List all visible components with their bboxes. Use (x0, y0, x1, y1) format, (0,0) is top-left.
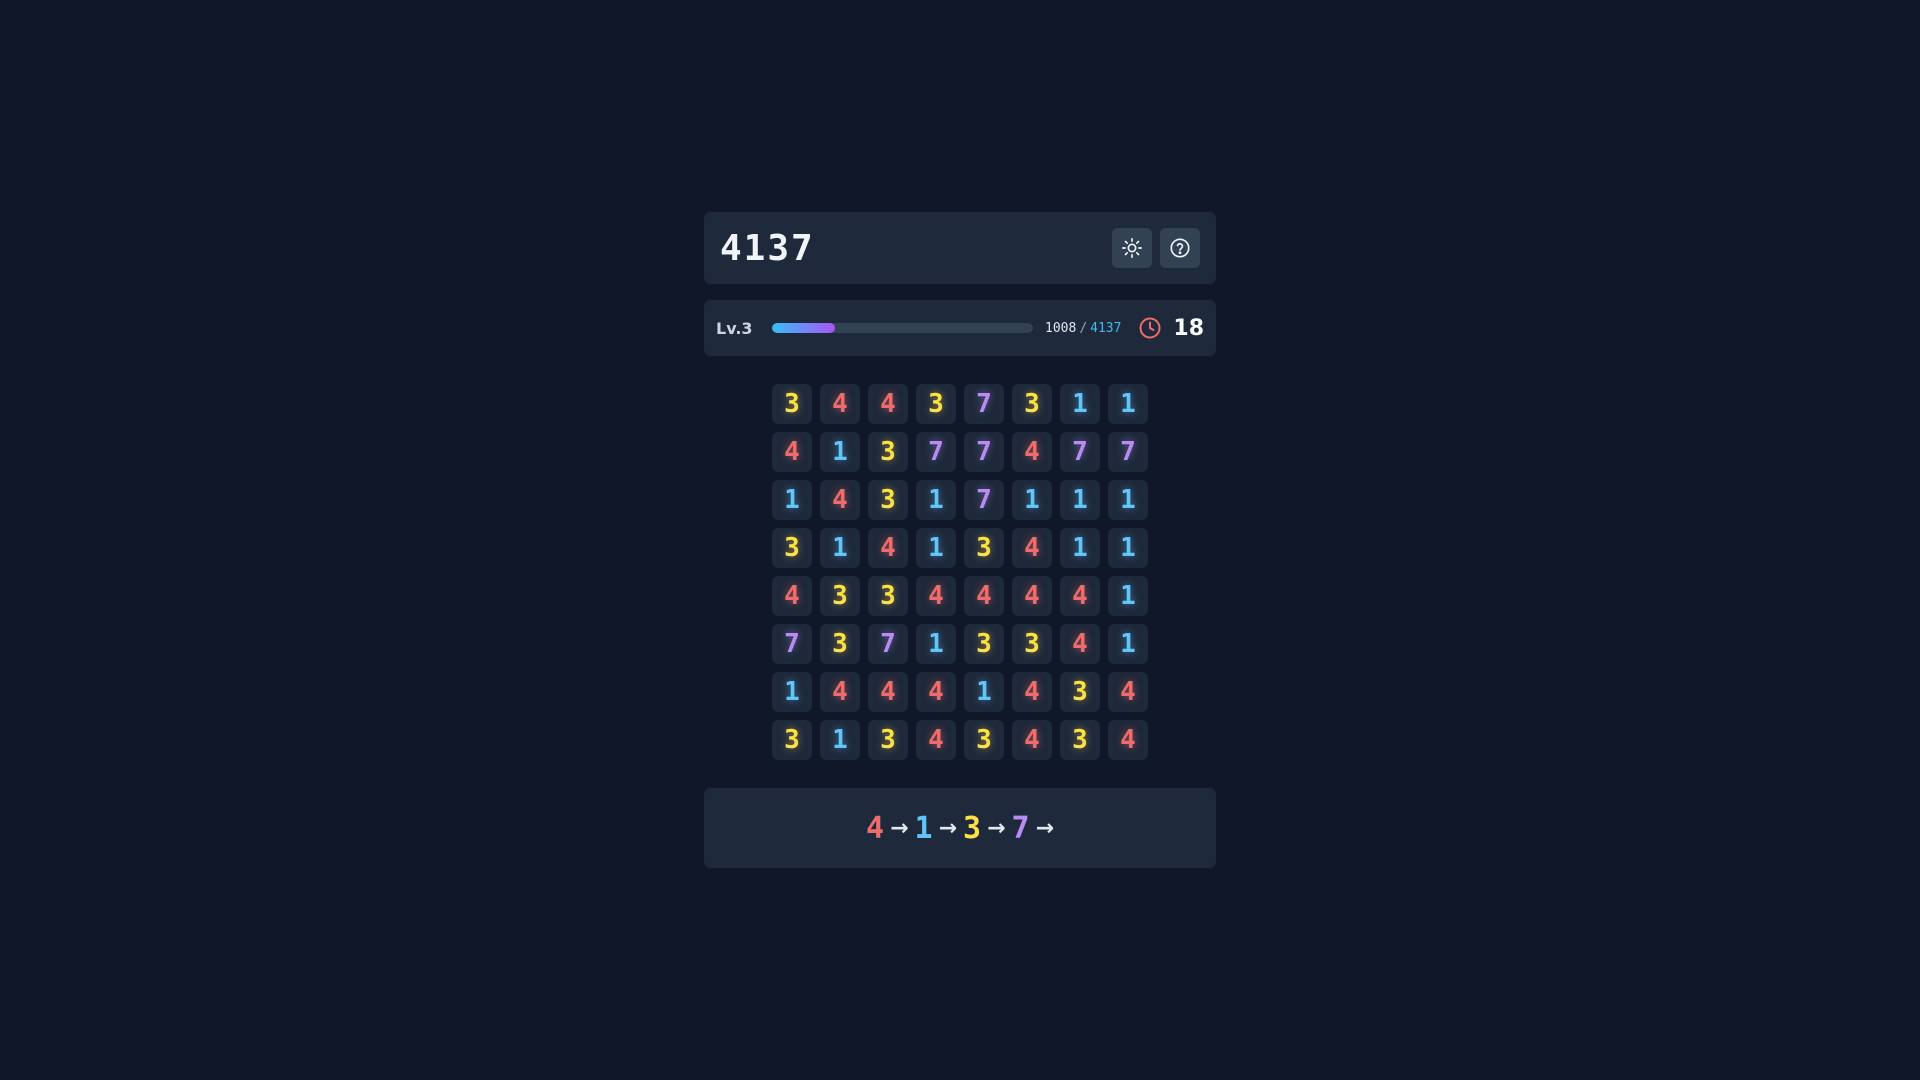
board-cell[interactable]: 7 (916, 432, 956, 472)
sequence-arrow: → (1035, 815, 1054, 841)
board-cell[interactable]: 7 (964, 432, 1004, 472)
board-cell[interactable]: 7 (964, 384, 1004, 424)
board-cell[interactable]: 3 (868, 576, 908, 616)
sequence-arrow: → (938, 815, 957, 841)
board-cell[interactable]: 1 (1108, 624, 1148, 664)
score-separator: / (1079, 320, 1088, 336)
current-score: 1008 (1045, 320, 1077, 336)
board-cell[interactable]: 4 (820, 480, 860, 520)
board-cell[interactable]: 1 (1012, 480, 1052, 520)
board-cell[interactable]: 4 (964, 576, 1004, 616)
board-cell[interactable]: 4 (1012, 528, 1052, 568)
sequence-digit: 3 (963, 810, 982, 846)
board-cell[interactable]: 1 (1108, 528, 1148, 568)
board-cell[interactable]: 3 (916, 384, 956, 424)
board-cell[interactable]: 4 (1012, 720, 1052, 760)
board-cell[interactable]: 3 (820, 576, 860, 616)
board-cell[interactable]: 4 (916, 672, 956, 712)
board-cell[interactable]: 3 (772, 384, 812, 424)
progress-fill (771, 323, 835, 333)
board-cell[interactable]: 3 (868, 720, 908, 760)
board-cell[interactable]: 1 (1060, 384, 1100, 424)
board-cell[interactable]: 4 (916, 720, 956, 760)
theme-toggle-button[interactable] (1112, 228, 1152, 268)
board-cell[interactable]: 7 (1060, 432, 1100, 472)
board-cell[interactable]: 1 (916, 528, 956, 568)
sequence-digit: 1 (914, 810, 933, 846)
board-cell[interactable]: 3 (964, 624, 1004, 664)
board-cell[interactable]: 4 (1012, 432, 1052, 472)
timer-value: 18 (1173, 315, 1205, 341)
sun-icon (1122, 238, 1142, 258)
board-cell[interactable]: 7 (964, 480, 1004, 520)
board-cell[interactable]: 3 (868, 480, 908, 520)
board-cell[interactable]: 4 (772, 576, 812, 616)
game-title: 4137 (720, 227, 815, 269)
help-circle-icon (1170, 238, 1190, 258)
board-cell[interactable]: 7 (772, 624, 812, 664)
board-cell[interactable]: 7 (1108, 432, 1148, 472)
progress-bar (771, 323, 1034, 333)
board-cell[interactable]: 1 (772, 480, 812, 520)
board-cell[interactable]: 1 (1108, 384, 1148, 424)
board-cell[interactable]: 3 (868, 432, 908, 472)
board-cell[interactable]: 1 (916, 624, 956, 664)
board-cell[interactable]: 4 (916, 576, 956, 616)
target-sequence-panel: 4 → 1 → 3 → 7 → (704, 788, 1216, 868)
help-button[interactable] (1160, 228, 1200, 268)
board-cell[interactable]: 1 (1060, 480, 1100, 520)
level-label: Lv.3 (716, 318, 753, 338)
header-buttons (1112, 228, 1200, 268)
sequence-arrow: → (890, 815, 909, 841)
board-cell[interactable]: 4 (1012, 576, 1052, 616)
board-cell[interactable]: 4 (1060, 576, 1100, 616)
board-cell[interactable]: 3 (1012, 384, 1052, 424)
board-cell[interactable]: 3 (964, 528, 1004, 568)
header-bar: 4137 (704, 212, 1216, 284)
board-cell[interactable]: 3 (964, 720, 1004, 760)
board-cell[interactable]: 3 (820, 624, 860, 664)
board-cell[interactable]: 3 (772, 528, 812, 568)
board-cell[interactable]: 4 (868, 672, 908, 712)
board-cell[interactable]: 4 (772, 432, 812, 472)
board-cell[interactable]: 1 (820, 432, 860, 472)
board-cell[interactable]: 1 (1108, 480, 1148, 520)
board-cell[interactable]: 4 (1012, 672, 1052, 712)
game-board: 3443731141377477143171113141341143344441… (770, 384, 1150, 760)
board-cell[interactable]: 1 (820, 528, 860, 568)
board-cell[interactable]: 1 (1060, 528, 1100, 568)
board-cell[interactable]: 4 (868, 384, 908, 424)
board-cell[interactable]: 1 (916, 480, 956, 520)
board-cell[interactable]: 4 (868, 528, 908, 568)
score-readout: 1008/4137 (1045, 321, 1121, 336)
board-cell[interactable]: 1 (1108, 576, 1148, 616)
board-cell[interactable]: 3 (1060, 672, 1100, 712)
status-bar: Lv.3 1008/4137 18 (704, 300, 1216, 356)
board-cell[interactable]: 4 (1108, 672, 1148, 712)
board-cell[interactable]: 4 (820, 384, 860, 424)
sequence-digit: 4 (866, 810, 885, 846)
board-cell[interactable]: 1 (772, 672, 812, 712)
board-cell[interactable]: 1 (964, 672, 1004, 712)
sequence-digit: 7 (1011, 810, 1030, 846)
board-cell[interactable]: 4 (820, 672, 860, 712)
board-cell[interactable]: 3 (1060, 720, 1100, 760)
board-cell[interactable]: 4 (1108, 720, 1148, 760)
board-cell[interactable]: 4 (1060, 624, 1100, 664)
target-score: 4137 (1090, 320, 1122, 336)
clock-icon (1137, 315, 1163, 341)
game-container: 4137 Lv.3 1008 / 4137 18 3 4 4 3 7 3 1 1… (704, 212, 1216, 868)
board-cell[interactable]: 7 (868, 624, 908, 664)
board-cell[interactable]: 3 (1012, 624, 1052, 664)
sequence-arrow: → (987, 815, 1006, 841)
board-cell[interactable]: 3 (772, 720, 812, 760)
board-cell[interactable]: 1 (820, 720, 860, 760)
